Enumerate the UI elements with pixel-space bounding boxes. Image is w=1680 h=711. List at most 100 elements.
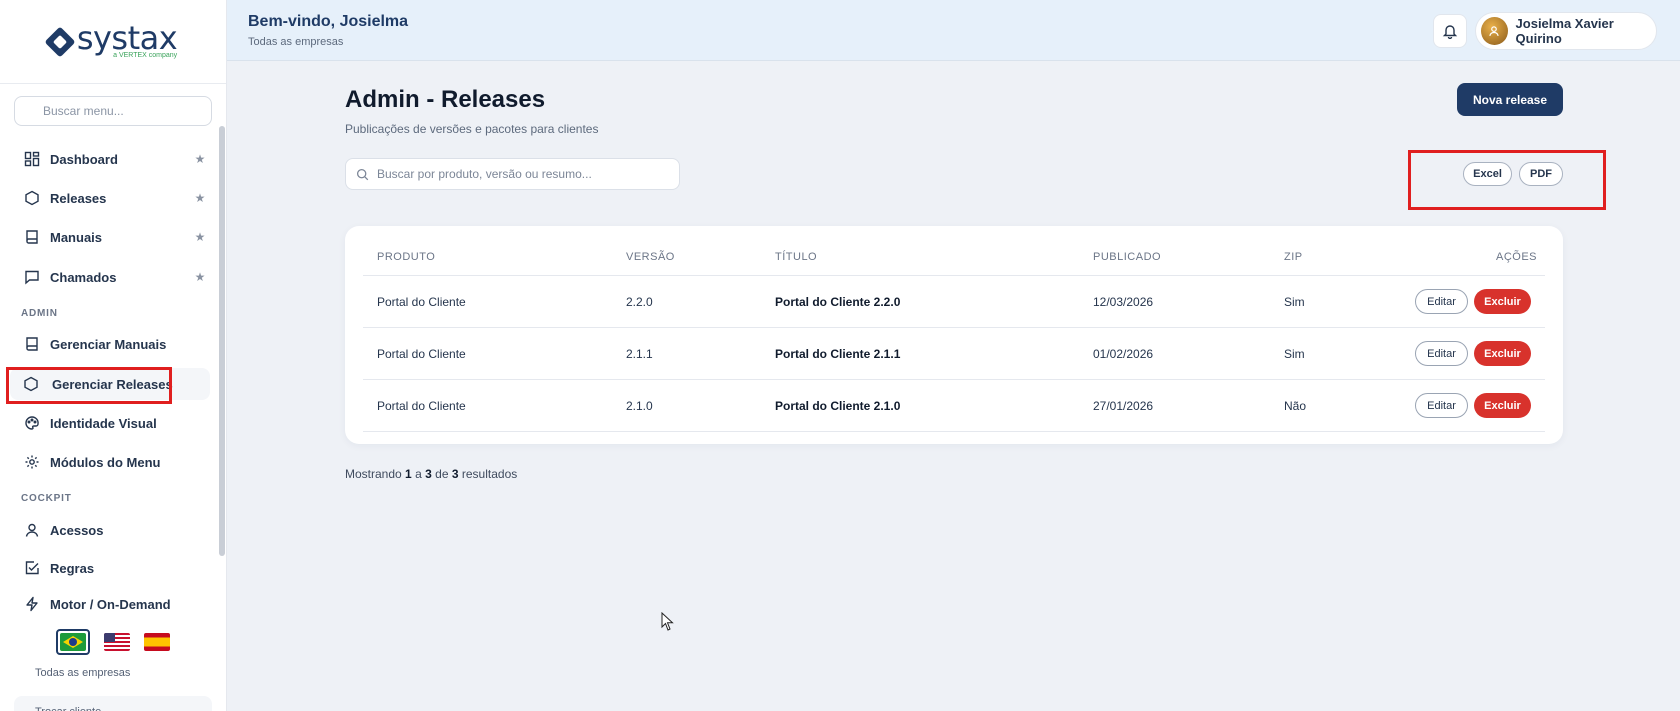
palette-icon	[14, 415, 50, 431]
edit-button[interactable]: Editar	[1415, 341, 1468, 366]
column-header-publicado[interactable]: PUBLICADO	[1093, 251, 1161, 263]
logo-diamond-icon	[44, 25, 76, 58]
sidebar-item-manuais[interactable]: Manuais ★	[14, 221, 210, 253]
sidebar-item-releases[interactable]: Releases ★	[14, 182, 210, 214]
star-icon[interactable]: ★	[190, 230, 210, 244]
sidebar-item-gerenciar-manuais[interactable]: Gerenciar Manuais	[14, 328, 210, 360]
user-name: Josielma Xavier Quirino	[1515, 16, 1614, 46]
delete-button[interactable]: Excluir	[1474, 341, 1531, 366]
page-title: Admin - Releases	[345, 86, 546, 113]
book-icon	[14, 336, 50, 352]
sidebar-item-label: Identidade Visual	[50, 415, 157, 431]
results-summary: Mostrando 1 a 3 de 3 resultados	[345, 467, 517, 481]
flag-spain-icon[interactable]	[144, 633, 170, 651]
results-sep: de	[435, 467, 449, 481]
cell-titulo: Portal do Cliente 2.2.0	[775, 295, 901, 309]
column-header-versao[interactable]: VERSÃO	[626, 251, 675, 263]
cell-versao: 2.1.0	[626, 399, 653, 413]
new-release-button[interactable]: Nova release	[1457, 83, 1563, 116]
column-header-zip[interactable]: ZIP	[1284, 251, 1303, 263]
star-icon[interactable]: ★	[190, 191, 210, 205]
release-search-input[interactable]	[377, 167, 667, 181]
top-header: Bem-vindo, Josielma Todas as empresas Jo…	[227, 0, 1680, 61]
cell-publicado: 12/03/2026	[1093, 295, 1154, 309]
sidebar-item-modulos-menu[interactable]: Módulos do Menu	[14, 446, 210, 478]
delete-button[interactable]: Excluir	[1474, 393, 1531, 418]
sidebar: systax a VERTEX company Buscar menu... D…	[0, 0, 227, 711]
cell-versao: 2.1.1	[626, 347, 653, 361]
results-from: 1	[405, 467, 412, 481]
results-to: 3	[425, 467, 432, 481]
results-sep: a	[415, 467, 422, 481]
column-header-produto[interactable]: PRODUTO	[377, 251, 435, 263]
sidebar-item-label: Motor / On-Demand	[50, 596, 171, 612]
switch-client-button[interactable]: Trocar cliente	[14, 696, 212, 711]
mouse-cursor-icon	[661, 612, 674, 631]
chat-icon	[14, 269, 50, 285]
section-cockpit: COCKPIT	[21, 493, 72, 504]
cell-produto: Portal do Cliente	[377, 295, 466, 309]
highlight-annotation-nav	[6, 367, 172, 404]
sidebar-item-label: Manuais	[50, 229, 103, 245]
logo-word: systax	[76, 19, 178, 57]
page-subtitle: Publicações de versões e pacotes para cl…	[345, 122, 599, 136]
user-icon	[1489, 26, 1499, 37]
table-row: Portal do Cliente 2.2.0 Portal do Client…	[363, 276, 1545, 328]
welcome-text: Bem-vindo, Josielma	[248, 13, 409, 30]
edit-button[interactable]: Editar	[1415, 289, 1468, 314]
search-icon	[356, 168, 369, 180]
results-total: 3	[451, 467, 459, 481]
sidebar-scrollbar[interactable]	[219, 126, 225, 556]
cell-titulo: Portal do Cliente 2.1.0	[775, 399, 901, 413]
sidebar-item-label: Gerenciar Manuais	[50, 336, 167, 352]
flag-brazil-icon	[60, 633, 86, 651]
sidebar-item-label: Módulos do Menu	[50, 454, 161, 470]
results-prefix: Mostrando	[345, 467, 402, 481]
cell-zip: Sim	[1284, 295, 1305, 309]
logo-tagline: a VERTEX company	[113, 52, 178, 59]
user-menu-button[interactable]: Josielma Xavier Quirino	[1475, 12, 1657, 50]
avatar	[1481, 17, 1508, 45]
menu-search-input[interactable]: Buscar menu...	[14, 96, 212, 126]
sidebar-item-dashboard[interactable]: Dashboard ★	[14, 143, 210, 175]
checkbox-icon	[14, 560, 50, 576]
cell-versao: 2.2.0	[626, 295, 653, 309]
gear-icon	[14, 454, 50, 470]
notifications-button[interactable]	[1433, 14, 1467, 48]
cell-titulo: Portal do Cliente 2.1.1	[775, 347, 901, 361]
delete-button[interactable]: Excluir	[1474, 289, 1531, 314]
table-row: Portal do Cliente 2.1.1 Portal do Client…	[363, 328, 1545, 380]
company-scope: Todas as empresas	[248, 36, 344, 48]
star-icon[interactable]: ★	[190, 152, 210, 166]
sidebar-item-identidade-visual[interactable]: Identidade Visual	[14, 407, 210, 439]
cell-publicado: 01/02/2026	[1093, 347, 1154, 361]
dashboard-icon	[14, 151, 50, 167]
sidebar-item-chamados[interactable]: Chamados ★	[14, 261, 210, 293]
language-pt-br[interactable]	[56, 629, 90, 655]
cell-zip: Não	[1284, 399, 1307, 413]
sidebar-item-label: Acessos	[50, 522, 104, 538]
column-header-acoes: AÇÕES	[1496, 251, 1538, 263]
sidebar-item-label: Dashboard	[50, 151, 118, 167]
flag-usa-icon[interactable]	[104, 633, 130, 651]
hexagon-icon	[14, 190, 50, 206]
sidebar-item-label: Regras	[50, 560, 95, 576]
column-header-titulo[interactable]: TÍTULO	[775, 251, 817, 263]
sidebar-item-label: Chamados	[50, 269, 117, 285]
sidebar-item-label: Releases	[50, 190, 107, 206]
sidebar-item-motor-on-demand[interactable]: Motor / On-Demand	[14, 588, 210, 620]
sidebar-company-scope: Todas as empresas	[35, 667, 131, 679]
results-suffix: resultados	[461, 467, 518, 481]
logo-mark: systax a VERTEX company	[44, 19, 178, 60]
logo[interactable]: systax a VERTEX company	[0, 0, 226, 84]
table-row: Portal do Cliente 2.1.0 Portal do Client…	[363, 380, 1545, 432]
table-header: PRODUTO VERSÃO TÍTULO PUBLICADO ZIP AÇÕE…	[363, 226, 1545, 276]
language-selector	[56, 629, 170, 655]
book-icon	[14, 229, 50, 245]
star-icon[interactable]: ★	[190, 270, 210, 284]
sidebar-item-regras[interactable]: Regras	[14, 552, 210, 584]
user-icon	[14, 522, 50, 538]
section-admin: ADMIN	[21, 308, 58, 319]
edit-button[interactable]: Editar	[1415, 393, 1468, 418]
sidebar-item-acessos[interactable]: Acessos	[14, 514, 210, 546]
